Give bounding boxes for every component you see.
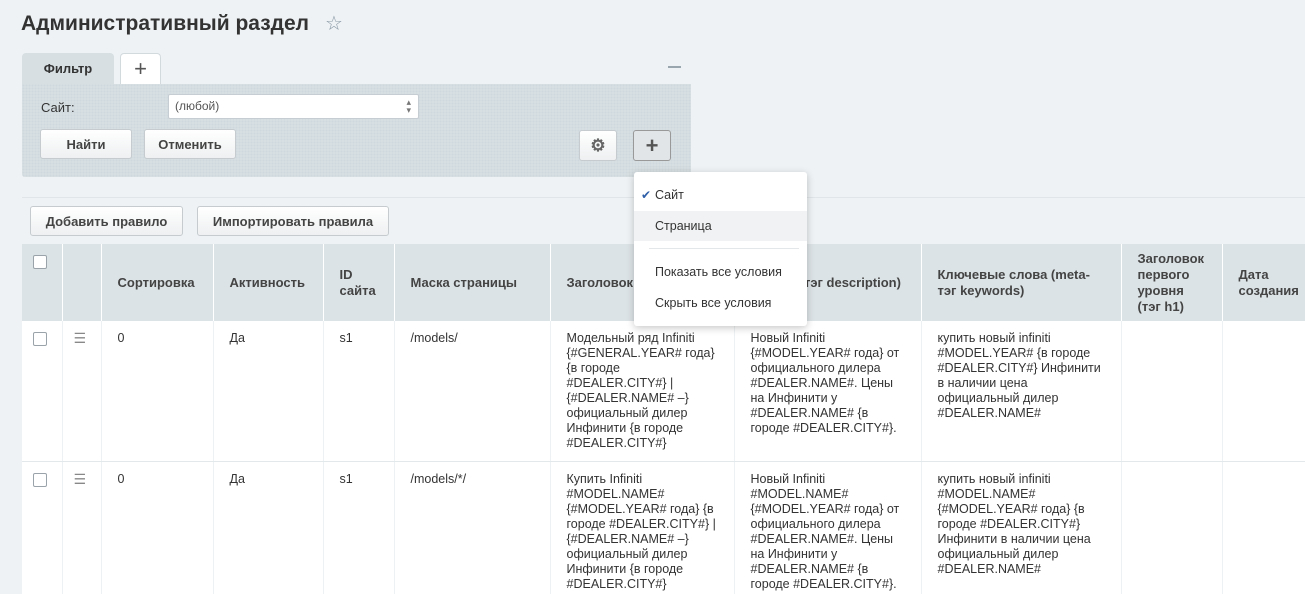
cell-site: s1 xyxy=(323,321,395,462)
header-h1[interactable]: Заголовок первого уровня (тэг h1) xyxy=(1121,244,1223,321)
cell-description: Новый Infiniti #MODEL.NAME# {#MODEL.YEAR… xyxy=(734,461,922,594)
site-select-value: (любой) xyxy=(175,99,220,113)
header-keywords[interactable]: Ключевые слова (meta-тэг keywords) xyxy=(921,244,1122,321)
cell-title: Модельный ряд Infiniti {#GENERAL.YEAR# г… xyxy=(550,321,735,462)
filter-tab[interactable]: Фильтр xyxy=(22,53,114,84)
dropdown-item-label: Скрыть все условия xyxy=(655,296,772,310)
table-row[interactable]: ☰ 0 Да s1 /models/ Модельный ряд Infinit… xyxy=(22,321,1305,462)
dropdown-item-label: Показать все условия xyxy=(655,265,782,279)
dropdown-item-site[interactable]: ✔ Сайт xyxy=(634,180,807,210)
cell-mask: /models/*/ xyxy=(394,461,551,594)
cell-mask: /models/ xyxy=(394,321,551,462)
cell-description: Новый Infiniti {#MODEL.YEAR# года} от оф… xyxy=(734,321,922,462)
filter-panel: Сайт: (любой) ▴ ▾ Найти Отменить ⚙ + xyxy=(22,84,691,177)
hamburger-menu-icon[interactable]: ☰ xyxy=(74,472,87,487)
add-field-button[interactable]: + xyxy=(633,130,671,161)
page-title-text: Административный раздел xyxy=(21,11,310,35)
select-arrows-icon: ▴ ▾ xyxy=(406,97,411,115)
add-filter-tab-button[interactable]: + xyxy=(120,53,161,84)
header-created[interactable]: Дата создания xyxy=(1222,244,1305,321)
site-select[interactable]: (любой) ▴ ▾ xyxy=(168,94,419,119)
header-site-id[interactable]: ID сайта xyxy=(323,244,395,321)
row-checkbox-cell xyxy=(22,321,63,462)
dropdown-item-show-all[interactable]: Показать все условия xyxy=(634,257,807,287)
cancel-button[interactable]: Отменить xyxy=(144,129,236,159)
plus-icon: + xyxy=(134,56,147,81)
cell-keywords: купить новый infiniti #MODEL.YEAR# {в го… xyxy=(921,321,1122,462)
checkmark-icon: ✔ xyxy=(641,188,652,202)
cell-title: Купить Infiniti #MODEL.NAME# {#MODEL.YEA… xyxy=(550,461,735,594)
select-all-cell xyxy=(22,244,63,321)
row-menu-cell: ☰ xyxy=(62,321,102,462)
table-row[interactable]: ☰ 0 Да s1 /models/*/ Купить Infiniti #MO… xyxy=(22,461,1305,594)
cell-created xyxy=(1222,321,1305,462)
dropdown-item-label: Сайт xyxy=(655,188,684,202)
row-checkbox[interactable] xyxy=(33,332,47,346)
import-rules-button[interactable]: Импортировать правила xyxy=(197,206,389,236)
select-all-checkbox[interactable] xyxy=(33,255,47,269)
find-button[interactable]: Найти xyxy=(40,129,132,159)
add-field-dropdown: ✔ Сайт Страница Показать все условия Скр… xyxy=(634,172,807,326)
row-checkbox[interactable] xyxy=(33,473,47,487)
cell-keywords: купить новый infiniti #MODEL.NAME# {#MOD… xyxy=(921,461,1122,594)
dropdown-item-hide-all[interactable]: Скрыть все условия xyxy=(634,288,807,318)
cell-sort: 0 xyxy=(101,321,214,462)
cell-h1 xyxy=(1121,321,1223,462)
row-checkbox-cell xyxy=(22,461,63,594)
dropdown-divider xyxy=(649,248,799,249)
cell-active: Да xyxy=(213,461,324,594)
cell-site: s1 xyxy=(323,461,395,594)
cell-h1 xyxy=(1121,461,1223,594)
header-sort[interactable]: Сортировка xyxy=(101,244,214,321)
plus-icon: + xyxy=(645,132,659,158)
dropdown-item-label: Страница xyxy=(655,219,712,233)
gear-icon: ⚙ xyxy=(590,135,606,155)
settings-button[interactable]: ⚙ xyxy=(579,130,617,161)
header-active[interactable]: Активность xyxy=(213,244,324,321)
cell-created xyxy=(1222,461,1305,594)
header-actions xyxy=(62,244,102,321)
add-rule-button[interactable]: Добавить правило xyxy=(30,206,183,236)
site-filter-label: Сайт: xyxy=(41,100,75,115)
row-menu-cell: ☰ xyxy=(62,461,102,594)
header-page-mask[interactable]: Маска страницы xyxy=(394,244,551,321)
hamburger-menu-icon[interactable]: ☰ xyxy=(74,331,87,346)
page-title: Административный раздел ☆ xyxy=(21,11,343,36)
minus-icon[interactable] xyxy=(668,66,681,68)
dropdown-item-page[interactable]: Страница xyxy=(634,211,807,241)
cell-sort: 0 xyxy=(101,461,214,594)
star-icon[interactable]: ☆ xyxy=(325,11,343,36)
cell-active: Да xyxy=(213,321,324,462)
